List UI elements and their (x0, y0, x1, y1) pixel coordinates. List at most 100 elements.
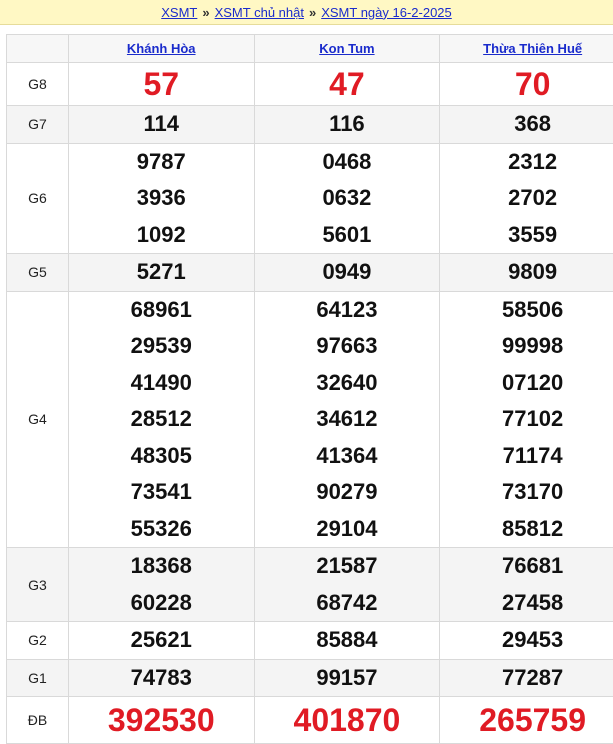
prize-number: 41490 (69, 365, 254, 402)
prize-number: 0632 (255, 180, 440, 217)
prize-number: 68742 (255, 585, 440, 622)
prize-number: 41364 (255, 438, 440, 475)
prize-number: 29539 (69, 328, 254, 365)
prize-number: 3936 (69, 180, 254, 217)
prize-number: 0468 (255, 144, 440, 181)
prize-cell: 116 (254, 106, 440, 144)
prize-row-g2: G2256218588429453 (7, 622, 613, 660)
prize-number: 5601 (255, 217, 440, 254)
breadcrumb-separator: » (202, 5, 209, 20)
prize-number: 58506 (440, 292, 613, 329)
breadcrumb-link-date[interactable]: XSMT ngày 16-2-2025 (321, 5, 452, 20)
prize-number: 73170 (440, 474, 613, 511)
prize-number: 2312 (440, 144, 613, 181)
prize-label: G6 (7, 143, 69, 254)
prize-row-g5: G5527109499809 (7, 254, 613, 292)
prize-number: 29453 (440, 622, 613, 659)
prize-number: 114 (69, 106, 254, 143)
prize-number: 85812 (440, 511, 613, 548)
prize-cell: 392530 (68, 697, 254, 744)
prize-number: 71174 (440, 438, 613, 475)
province-link-thua-thien-hue[interactable]: Thừa Thiên Huế (483, 41, 582, 56)
prize-number: 73541 (69, 474, 254, 511)
header-province: Khánh Hòa (68, 35, 254, 63)
prize-number: 99157 (255, 660, 440, 697)
prize-number: 9809 (440, 254, 613, 291)
header-blank-cell (7, 35, 69, 63)
prize-number: 34612 (255, 401, 440, 438)
prize-cell: 77287 (440, 659, 613, 697)
prize-number: 32640 (255, 365, 440, 402)
prize-number: 68961 (69, 292, 254, 329)
prize-number: 85884 (255, 622, 440, 659)
prize-number: 0949 (255, 254, 440, 291)
prize-row-g4: G468961295394149028512483057354155326 641… (7, 291, 613, 548)
prize-number: 116 (255, 106, 440, 143)
prize-number: 90279 (255, 474, 440, 511)
prize-label: G2 (7, 622, 69, 660)
prize-number: 48305 (69, 438, 254, 475)
prize-number: 74783 (69, 660, 254, 697)
prize-number: 28512 (69, 401, 254, 438)
results-table: Khánh Hòa Kon Tum Thừa Thiên Huế G857477… (6, 34, 613, 744)
prize-cell: 401870 (254, 697, 440, 744)
prize-cell: 70 (440, 63, 613, 106)
prize-number: 55326 (69, 511, 254, 548)
prize-cell: 57 (68, 63, 254, 106)
prize-cell: 046806325601 (254, 143, 440, 254)
prize-number: 76681 (440, 548, 613, 585)
prize-label: G5 (7, 254, 69, 292)
breadcrumb: XSMT » XSMT chủ nhật » XSMT ngày 16-2-20… (0, 0, 613, 25)
province-link-kon-tum[interactable]: Kon Tum (319, 41, 374, 56)
prize-number: 60228 (69, 585, 254, 622)
prize-cell: 85884 (254, 622, 440, 660)
prize-number: 57 (69, 63, 254, 105)
header-province: Kon Tum (254, 35, 440, 63)
prize-cell: 5271 (68, 254, 254, 292)
prize-number: 2702 (440, 180, 613, 217)
prize-cell: 231227023559 (440, 143, 613, 254)
prize-cell: 114 (68, 106, 254, 144)
prize-cell: 25621 (68, 622, 254, 660)
prize-number: 27458 (440, 585, 613, 622)
prize-number: 77102 (440, 401, 613, 438)
prize-number: 97663 (255, 328, 440, 365)
prize-number: 3559 (440, 217, 613, 254)
prize-number: 368 (440, 106, 613, 143)
prize-number: 99998 (440, 328, 613, 365)
breadcrumb-link-sunday[interactable]: XSMT chủ nhật (215, 5, 304, 20)
prize-number: 25621 (69, 622, 254, 659)
prize-number: 265759 (440, 697, 613, 743)
prize-number: 29104 (255, 511, 440, 548)
prize-row-g8: G8574770 (7, 63, 613, 106)
prize-cell: 29453 (440, 622, 613, 660)
prize-cell: 1836860228 (68, 548, 254, 622)
prize-cell: 2158768742 (254, 548, 440, 622)
prize-row-g7: G7114116368 (7, 106, 613, 144)
prize-number: 70 (440, 63, 613, 105)
prize-label: G3 (7, 548, 69, 622)
prize-cell: 368 (440, 106, 613, 144)
prize-cell: 74783 (68, 659, 254, 697)
prize-number: 21587 (255, 548, 440, 585)
prize-cell: 58506999980712077102711747317085812 (440, 291, 613, 548)
province-link-khanh-hoa[interactable]: Khánh Hòa (127, 41, 196, 56)
breadcrumb-link-xsmt[interactable]: XSMT (161, 5, 197, 20)
prize-number: 18368 (69, 548, 254, 585)
prize-cell: 978739361092 (68, 143, 254, 254)
prize-row-db: ĐB392530401870265759 (7, 697, 613, 744)
prize-cell: 265759 (440, 697, 613, 744)
prize-number: 392530 (69, 697, 254, 743)
prize-cell: 0949 (254, 254, 440, 292)
prize-number: 64123 (255, 292, 440, 329)
header-province: Thừa Thiên Huế (440, 35, 613, 63)
breadcrumb-separator: » (309, 5, 316, 20)
prize-row-g1: G1747839915777287 (7, 659, 613, 697)
prize-number: 5271 (69, 254, 254, 291)
prize-number: 401870 (255, 697, 440, 743)
prize-number: 1092 (69, 217, 254, 254)
prize-label: G4 (7, 291, 69, 548)
prize-cell: 9809 (440, 254, 613, 292)
prize-row-g3: G3183686022821587687427668127458 (7, 548, 613, 622)
prize-label: G1 (7, 659, 69, 697)
